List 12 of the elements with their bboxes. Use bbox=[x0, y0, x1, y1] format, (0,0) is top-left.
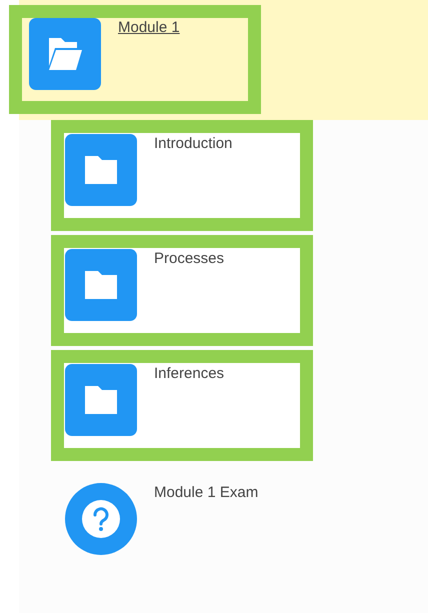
folder-icon bbox=[65, 134, 137, 206]
item-title[interactable]: Processes bbox=[154, 250, 224, 267]
folder-icon bbox=[65, 364, 137, 436]
highlight-frame[interactable]: Introduction bbox=[51, 120, 313, 231]
module-title[interactable]: Module 1 bbox=[118, 19, 180, 36]
highlight-frame[interactable]: Inferences bbox=[51, 350, 313, 461]
highlight-frame[interactable]: Processes bbox=[51, 235, 313, 346]
item-title[interactable]: Introduction bbox=[154, 135, 232, 152]
folder-icon bbox=[65, 249, 137, 321]
item-title[interactable]: Inferences bbox=[154, 365, 224, 382]
item-title[interactable]: Module 1 Exam bbox=[154, 484, 258, 501]
list-item[interactable]: Module 1 Exam bbox=[51, 469, 313, 580]
